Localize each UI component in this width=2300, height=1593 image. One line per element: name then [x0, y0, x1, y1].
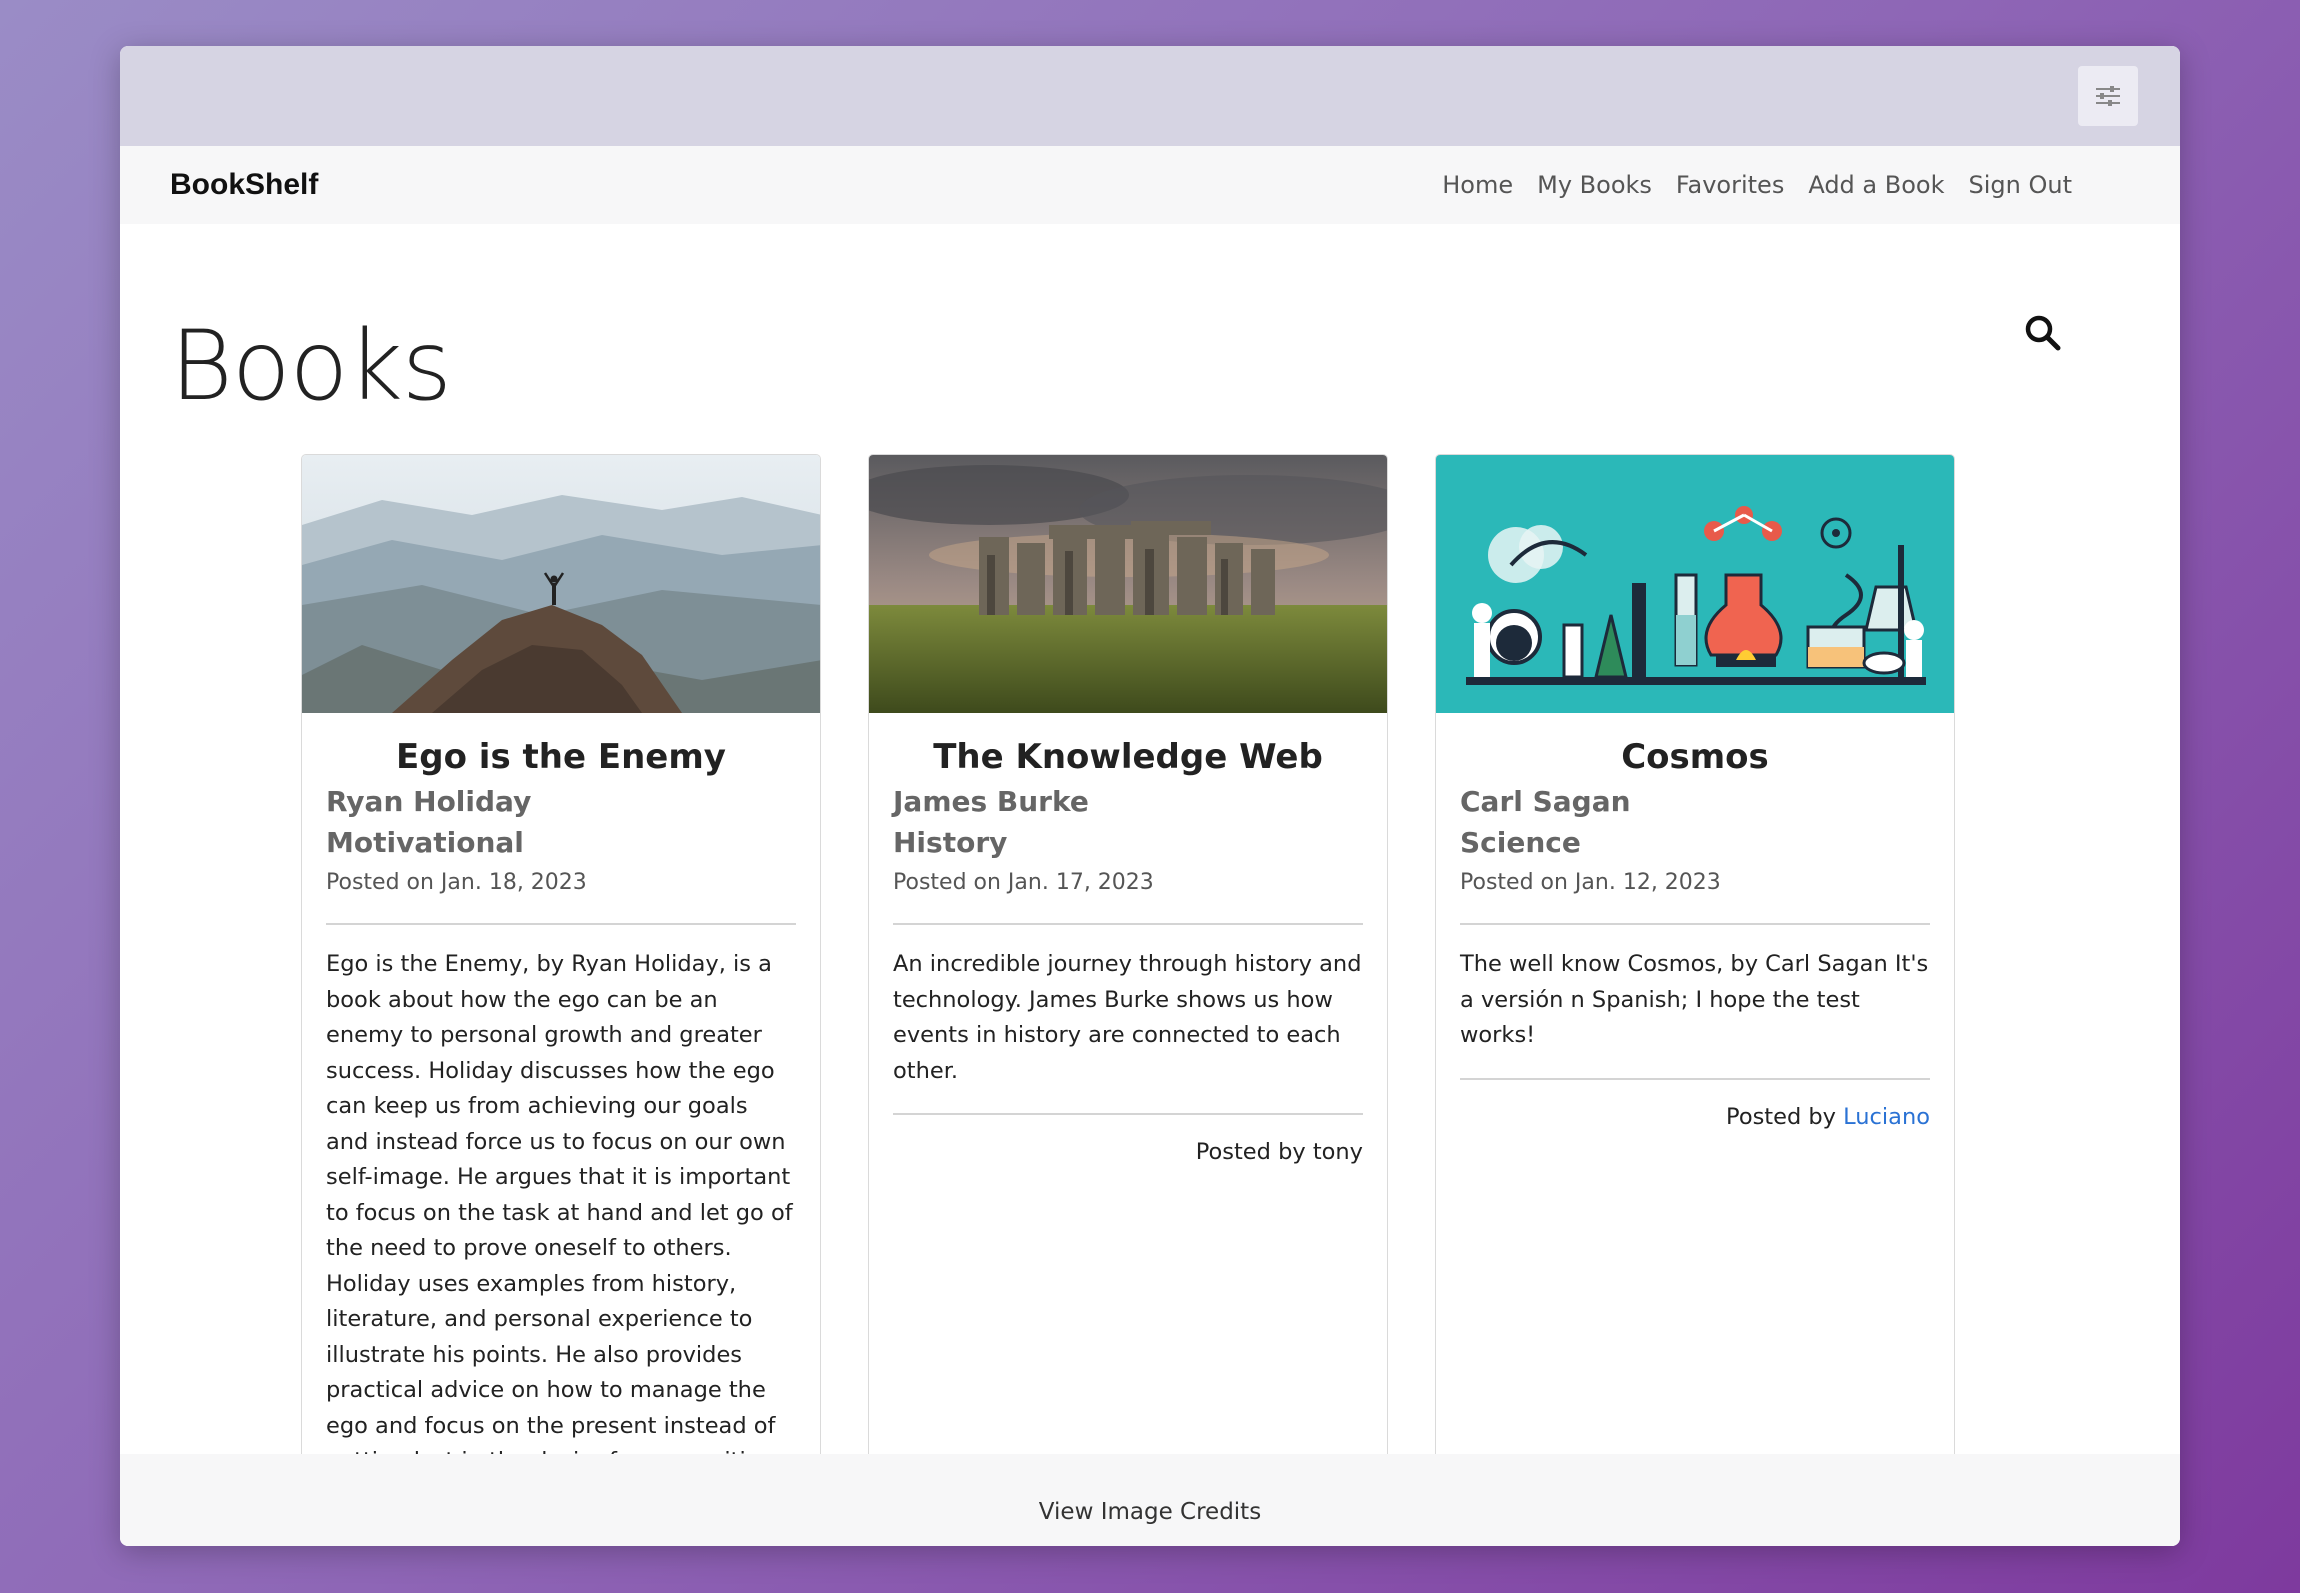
- posted-by: Posted by tony: [893, 1139, 1363, 1165]
- book-description: An incredible journey through history an…: [893, 951, 1362, 1084]
- divider: [893, 1113, 1363, 1115]
- nav-my-books[interactable]: My Books: [1537, 171, 1652, 199]
- book-author: Carl Sagan: [1460, 785, 1631, 818]
- book-author: Ryan Holiday: [326, 785, 532, 818]
- nav-links: Home My Books Favorites Add a Book Sign …: [1442, 171, 2072, 199]
- settings-button[interactable]: [2078, 66, 2138, 126]
- navbar: BookShelf Home My Books Favorites Add a …: [120, 146, 2180, 224]
- book-title[interactable]: The Knowledge Web: [893, 735, 1363, 779]
- posted-by: Posted by Luciano: [1460, 1104, 1930, 1130]
- book-title[interactable]: Cosmos: [1460, 735, 1930, 779]
- book-author: James Burke: [893, 785, 1089, 818]
- divider: [326, 923, 796, 925]
- book-card[interactable]: Cosmos Carl Sagan Science Posted on Jan.…: [1435, 454, 1955, 1546]
- footer-bar: View Image Credits: [120, 1454, 2180, 1546]
- divider: [893, 923, 1363, 925]
- book-title[interactable]: Ego is the Enemy: [326, 735, 796, 779]
- book-cover-image: [869, 455, 1387, 713]
- search-icon: [2025, 315, 2061, 351]
- brand-logo[interactable]: BookShelf: [170, 168, 318, 202]
- top-toolbar: [120, 46, 2180, 146]
- book-category: Motivational: [326, 826, 524, 859]
- nav-sign-out[interactable]: Sign Out: [1969, 171, 2073, 199]
- nav-home[interactable]: Home: [1442, 171, 1513, 199]
- nav-favorites[interactable]: Favorites: [1676, 171, 1784, 199]
- book-posted-date: Posted on Jan. 18, 2023: [326, 870, 587, 895]
- search-button[interactable]: [2018, 308, 2068, 358]
- book-cover-image: [1436, 455, 1954, 713]
- sliders-icon: [2096, 86, 2120, 106]
- divider: [1460, 1077, 1930, 1080]
- nav-add-book[interactable]: Add a Book: [1808, 171, 1944, 199]
- browser-window: BookShelf Home My Books Favorites Add a …: [120, 46, 2180, 1546]
- book-posted-date: Posted on Jan. 17, 2023: [893, 870, 1154, 895]
- posted-by-text: Posted by tony: [1195, 1139, 1363, 1165]
- divider: [1460, 923, 1930, 925]
- book-posted-date: Posted on Jan. 12, 2023: [1460, 870, 1721, 895]
- book-card[interactable]: The Knowledge Web James Burke History Po…: [868, 454, 1388, 1546]
- page-title: Books: [170, 310, 452, 422]
- book-category: Science: [1460, 826, 1581, 859]
- book-cover-image: [302, 455, 820, 713]
- book-description: Ego is the Enemy, by Ryan Holiday, is a …: [326, 951, 793, 1510]
- book-category: History: [893, 826, 1008, 859]
- poster-user-link[interactable]: Luciano: [1843, 1104, 1930, 1130]
- view-image-credits-link[interactable]: View Image Credits: [1039, 1499, 1261, 1525]
- book-description: The well know Cosmos, by Carl Sagan It's…: [1460, 951, 1929, 1048]
- book-card[interactable]: Ego is the Enemy Ryan Holiday Motivation…: [301, 454, 821, 1546]
- posted-by-text: Posted by: [1726, 1103, 1844, 1130]
